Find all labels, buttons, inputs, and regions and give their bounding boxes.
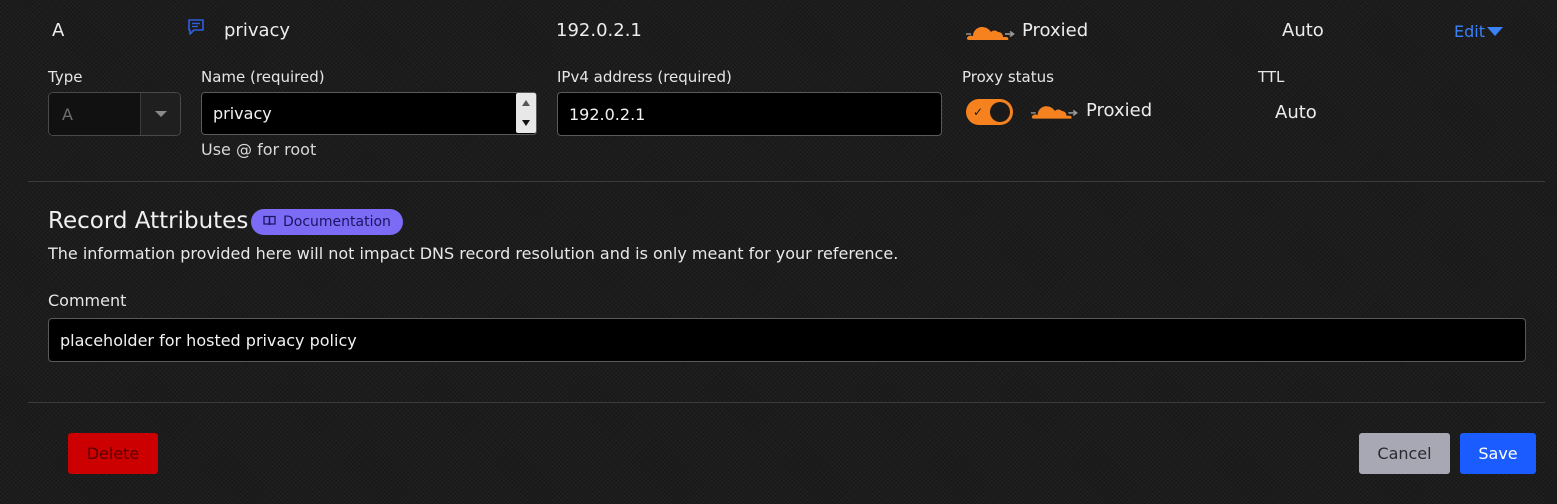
cancel-button[interactable]: Cancel [1359, 433, 1450, 474]
footer-divider [28, 402, 1545, 403]
toggle-knob [990, 102, 1010, 122]
comment-input[interactable] [48, 318, 1526, 362]
cloud-icon [1030, 100, 1078, 126]
type-select-value: A [49, 93, 140, 135]
type-select-toggle[interactable] [140, 93, 180, 135]
proxy-toggle[interactable]: ✓ [966, 99, 1013, 125]
proxy-status-label: Proxy status [962, 68, 1054, 86]
chevron-down-icon [154, 111, 167, 117]
documentation-badge[interactable]: Documentation [251, 209, 403, 235]
name-spinner [516, 93, 536, 133]
caret-down-icon [1486, 27, 1503, 36]
spinner-down-button[interactable] [516, 113, 536, 133]
book-icon [263, 214, 276, 230]
record-proxy-status: Proxied [1022, 20, 1089, 41]
edit-toggle-button[interactable]: Edit [1454, 22, 1503, 41]
ipv4-label: IPv4 address (required) [557, 68, 732, 86]
ttl-label: TTL [1258, 68, 1285, 86]
name-input[interactable] [201, 92, 537, 135]
name-field-wrapper [201, 92, 537, 135]
delete-button[interactable]: Delete [68, 433, 158, 474]
type-select[interactable]: A [48, 92, 181, 136]
comment-icon [187, 18, 205, 40]
documentation-label: Documentation [283, 214, 391, 230]
record-content: 192.0.2.1 [556, 20, 642, 41]
save-button[interactable]: Save [1460, 433, 1536, 474]
arrow-down-icon [522, 120, 530, 126]
attributes-description: The information provided here will not i… [48, 244, 899, 263]
edit-label: Edit [1454, 22, 1485, 41]
ttl-value: Auto [1275, 102, 1317, 123]
type-label: Type [48, 68, 83, 86]
section-divider [28, 181, 1545, 182]
ipv4-input[interactable] [557, 92, 942, 136]
arrow-up-icon [522, 100, 530, 106]
cloud-icon [965, 21, 1015, 47]
comment-label: Comment [48, 291, 127, 310]
name-hint: Use @ for root [201, 140, 317, 159]
record-ttl: Auto [1282, 20, 1324, 41]
record-attributes-heading: Record Attributes [48, 208, 249, 234]
record-name: privacy [224, 20, 291, 41]
proxy-status-value: Proxied [1086, 100, 1153, 121]
name-label: Name (required) [201, 68, 325, 86]
spinner-up-button[interactable] [516, 93, 536, 113]
check-icon: ✓ [973, 105, 984, 119]
record-type: A [52, 20, 65, 41]
